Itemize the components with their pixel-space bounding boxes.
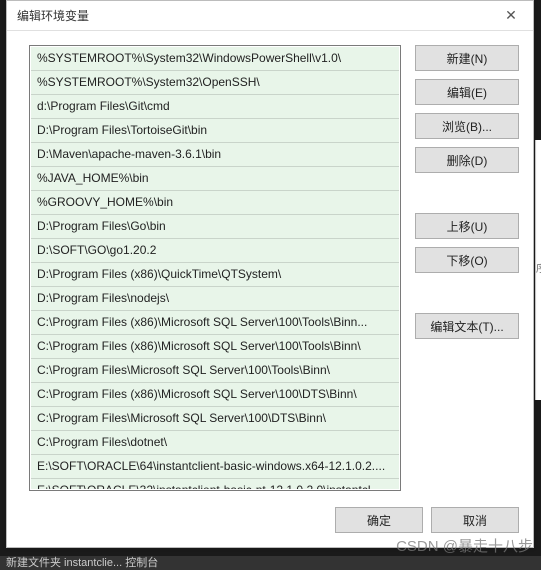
delete-button[interactable]: 删除(D) [415, 147, 519, 173]
path-entry[interactable]: D:\Program Files (x86)\QuickTime\QTSyste… [31, 263, 399, 287]
path-entry[interactable]: E:\SOFT\ORACLE\32\instantclient-basic-nt… [31, 479, 399, 489]
path-entry[interactable]: C:\Program Files (x86)\Microsoft SQL Ser… [31, 383, 399, 407]
close-icon: ✕ [505, 7, 517, 24]
side-buttons: 新建(N) 编辑(E) 浏览(B)... 删除(D) 上移(U) 下移(O) 编… [415, 45, 519, 491]
move-up-button[interactable]: 上移(U) [415, 213, 519, 239]
path-entry[interactable]: D:\Program Files\TortoiseGit\bin [31, 119, 399, 143]
right-edge-fragment: 序 [535, 140, 541, 400]
taskbar-fragment: 新建文件夹 instantclie... 控制台 [0, 556, 541, 570]
path-entry[interactable]: %GROOVY_HOME%\bin [31, 191, 399, 215]
path-entry[interactable]: C:\Program Files\Microsoft SQL Server\10… [31, 407, 399, 431]
titlebar: 编辑环境变量 ✕ [7, 1, 533, 31]
new-button[interactable]: 新建(N) [415, 45, 519, 71]
path-entry[interactable]: D:\Program Files\nodejs\ [31, 287, 399, 311]
path-list[interactable]: %SYSTEMROOT%\System32\WindowsPowerShell\… [29, 45, 401, 491]
path-entry[interactable]: C:\Program Files (x86)\Microsoft SQL Ser… [31, 311, 399, 335]
browse-button[interactable]: 浏览(B)... [415, 113, 519, 139]
edit-text-button[interactable]: 编辑文本(T)... [415, 313, 519, 339]
path-entry[interactable]: D:\SOFT\GO\go1.20.2 [31, 239, 399, 263]
path-entry[interactable]: D:\Program Files\Go\bin [31, 215, 399, 239]
path-entry[interactable]: d:\Program Files\Git\cmd [31, 95, 399, 119]
dialog-footer: 确定 取消 [7, 497, 533, 547]
move-down-button[interactable]: 下移(O) [415, 247, 519, 273]
dialog-title: 编辑环境变量 [17, 7, 89, 24]
path-entry[interactable]: %JAVA_HOME%\bin [31, 167, 399, 191]
path-entry[interactable]: %SYSTEMROOT%\System32\WindowsPowerShell\… [31, 47, 399, 71]
ok-button[interactable]: 确定 [335, 507, 423, 533]
path-entry[interactable]: E:\SOFT\ORACLE\64\instantclient-basic-wi… [31, 455, 399, 479]
path-entry[interactable]: %SYSTEMROOT%\System32\OpenSSH\ [31, 71, 399, 95]
path-entry[interactable]: C:\Program Files\Microsoft SQL Server\10… [31, 359, 399, 383]
cancel-button[interactable]: 取消 [431, 507, 519, 533]
close-button[interactable]: ✕ [489, 1, 533, 31]
path-entry[interactable]: C:\Program Files\dotnet\ [31, 431, 399, 455]
path-entry[interactable]: C:\Program Files (x86)\Microsoft SQL Ser… [31, 335, 399, 359]
edit-button[interactable]: 编辑(E) [415, 79, 519, 105]
edit-env-var-dialog: 编辑环境变量 ✕ %SYSTEMROOT%\System32\WindowsPo… [6, 0, 534, 548]
path-entry[interactable]: D:\Maven\apache-maven-3.6.1\bin [31, 143, 399, 167]
